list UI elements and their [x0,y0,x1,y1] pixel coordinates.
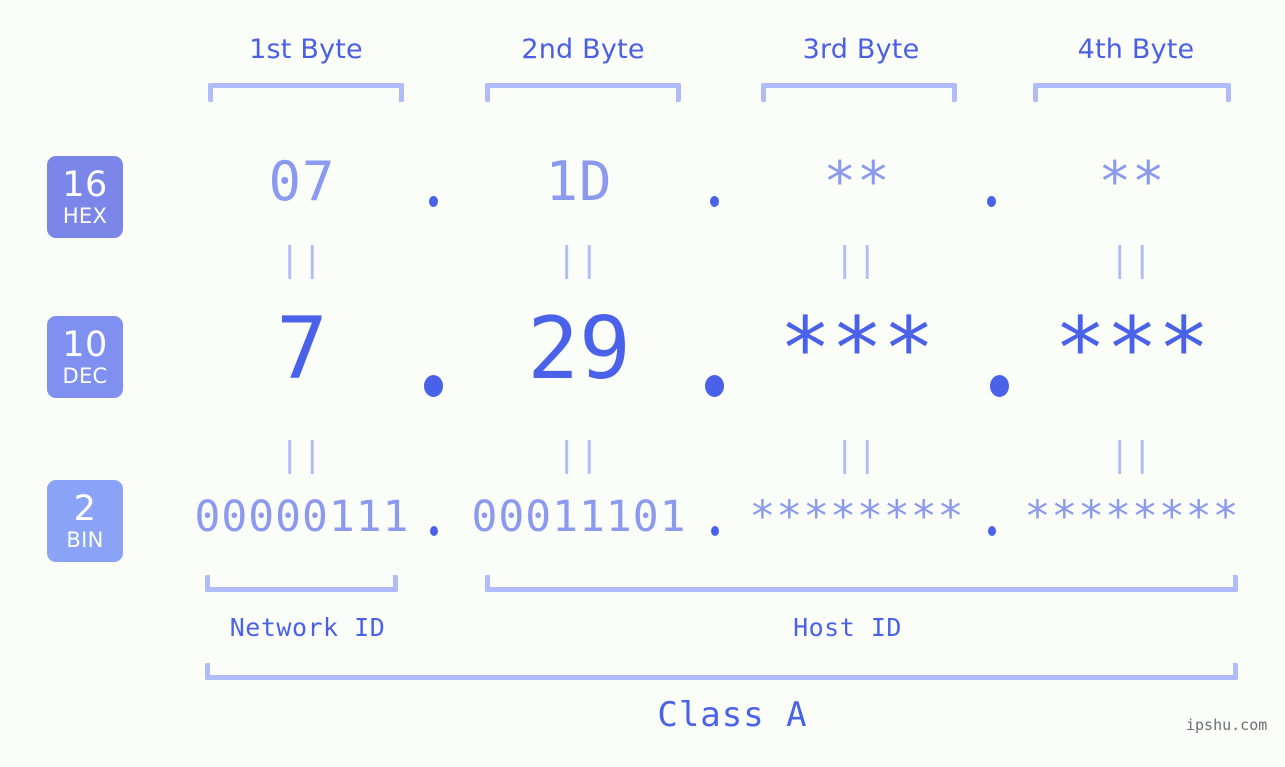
base-badge-dec-name: DEC [62,363,108,388]
network-id-bracket [205,575,398,592]
base-badge-hex-name: HEX [62,203,108,228]
dec-separator-dot-1 [424,375,443,397]
equals-mark-dec-bin-2: || [556,435,602,475]
dec-separator-dot-2 [705,375,724,397]
equals-mark-hex-dec-2: || [556,240,602,280]
equals-mark-dec-bin-3: || [834,435,880,475]
bin-byte-1-value: 00000111 [194,492,410,542]
bin-byte-2-value: 00011101 [471,492,687,542]
dec-byte-2-value: 29 [527,299,631,399]
base-badge-bin-number: 2 [73,488,97,529]
base-badge-dec: 10 DEC [47,316,123,398]
hex-separator-dot-3 [987,196,996,207]
hex-byte-3-value: ** [823,150,891,213]
hex-byte-2-value: 1D [545,150,613,213]
class-bracket [205,663,1238,680]
dec-separator-dot-3 [990,375,1009,397]
class-label: Class A [657,695,808,735]
byte-heading-2: 2nd Byte [521,34,645,65]
base-badge-bin: 2 BIN [47,480,123,562]
equals-mark-hex-dec-3: || [834,240,880,280]
equals-mark-dec-bin-4: || [1109,435,1155,475]
hex-separator-dot-2 [710,196,719,207]
site-watermark: ipshu.com [1186,716,1268,734]
hex-byte-4-value: ** [1098,150,1166,213]
bin-separator-dot-2 [711,526,719,536]
base-badge-hex: 16 HEX [47,156,123,238]
equals-mark-dec-bin-1: || [279,435,325,475]
hex-byte-1-value: 07 [268,150,336,213]
byte-heading-4: 4th Byte [1077,34,1195,65]
host-id-label: Host ID [793,613,902,642]
network-id-label: Network ID [229,613,386,642]
ip-address-breakdown-diagram: 1st Byte 2nd Byte 3rd Byte 4th Byte 16 H… [0,0,1285,767]
dec-byte-3-value: *** [779,299,935,399]
byte-heading-3: 3rd Byte [802,34,920,65]
byte-bracket-1 [208,83,404,102]
equals-mark-hex-dec-4: || [1109,240,1155,280]
byte-bracket-3 [761,83,957,102]
byte-bracket-2 [485,83,681,102]
base-badge-bin-name: BIN [66,527,104,552]
hex-separator-dot-1 [429,196,438,207]
host-id-bracket [485,575,1238,592]
byte-bracket-4 [1033,83,1231,102]
byte-heading-1: 1st Byte [249,34,363,65]
bin-byte-4-value: ******** [1024,492,1240,542]
dec-byte-1-value: 7 [276,299,328,399]
bin-separator-dot-3 [988,526,996,536]
equals-mark-hex-dec-1: || [279,240,325,280]
dec-byte-4-value: *** [1054,299,1210,399]
base-badge-hex-number: 16 [62,164,108,205]
bin-byte-3-value: ******** [749,492,965,542]
base-badge-dec-number: 10 [62,324,108,365]
bin-separator-dot-1 [430,526,438,536]
